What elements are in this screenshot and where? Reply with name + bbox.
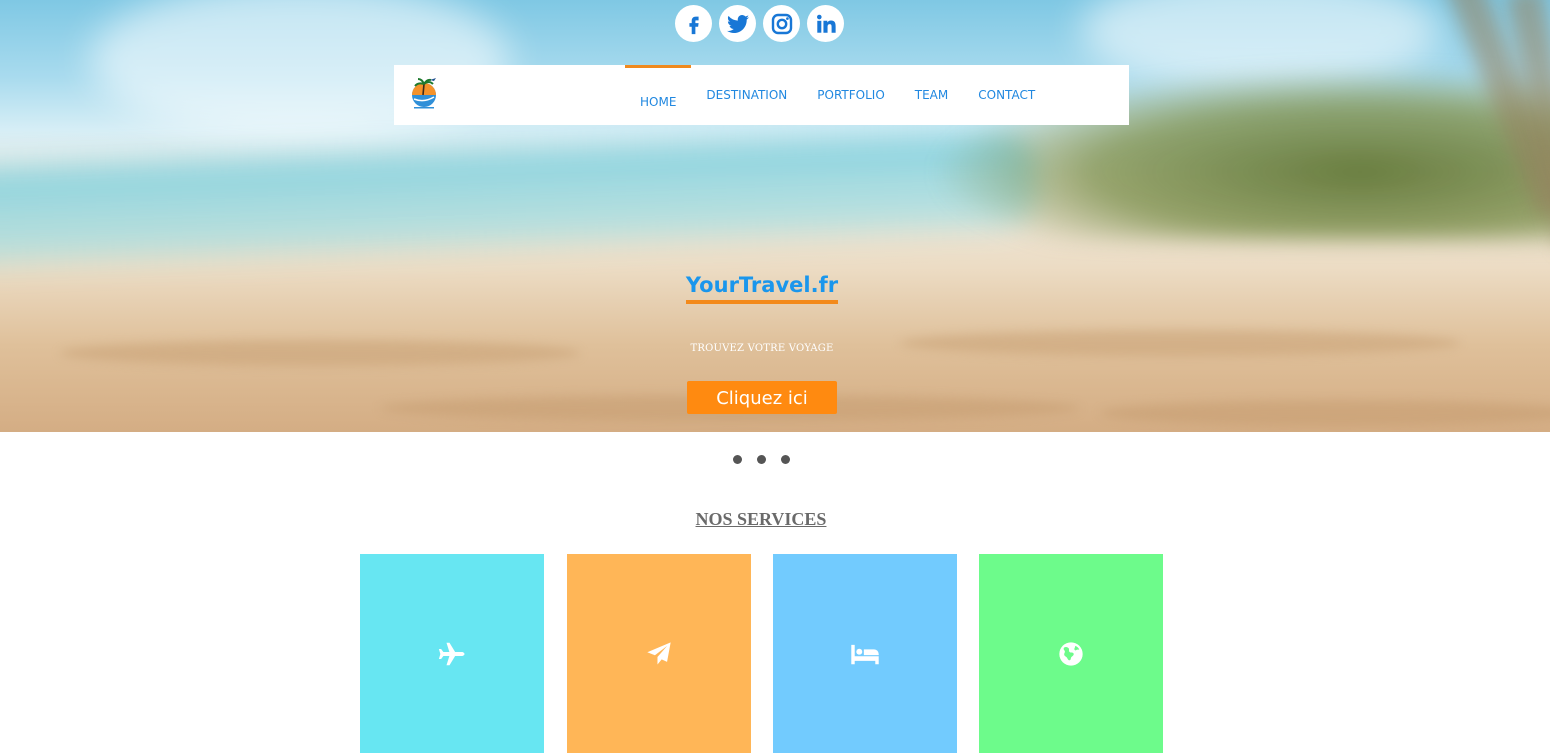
bed-icon [851,644,879,664]
hero-title: YourTravel.fr [0,273,1524,304]
carousel-dot[interactable] [757,455,766,464]
yourtravel-logo-icon [412,78,436,109]
service-tile-send[interactable] [567,554,751,753]
hero-title-text: YourTravel.fr [685,273,839,304]
carousel-indicators [733,455,790,464]
linkedin-link[interactable] [807,5,844,42]
paper-plane-icon [647,641,671,664]
instagram-icon [771,13,792,34]
nav-contact[interactable]: CONTACT [963,65,1050,125]
facebook-link[interactable] [675,5,712,42]
linkedin-icon [816,14,836,33]
service-tile-world[interactable] [979,554,1163,753]
service-tile-hotels[interactable] [773,554,957,753]
twitter-link[interactable] [719,5,756,42]
logo[interactable] [406,75,442,111]
service-tile-flights[interactable] [360,554,544,753]
carousel-dot[interactable] [781,455,790,464]
plane-icon [438,642,465,665]
hero-banner: HOME DESTINATION PORTFOLIO TEAM CONTACT … [0,0,1550,432]
facebook-icon [688,16,699,34]
social-links [675,5,844,42]
hero-subtitle: TROUVEZ VOTRE VOYAGE [690,343,834,354]
carousel-dot[interactable] [733,455,742,464]
main-nav: HOME DESTINATION PORTFOLIO TEAM CONTACT [625,65,1050,125]
cta-button[interactable]: Cliquez ici [687,381,837,414]
services-title: NOS SERVICES [695,509,827,529]
navbar: HOME DESTINATION PORTFOLIO TEAM CONTACT [394,65,1129,125]
sea [0,130,1042,265]
nav-team[interactable]: TEAM [900,65,963,125]
nav-home[interactable]: HOME [625,65,692,125]
nav-destination[interactable]: DESTINATION [691,65,802,125]
nav-portfolio[interactable]: PORTFOLIO [802,65,900,125]
sand-ripple [1100,400,1550,426]
twitter-icon [726,14,749,33]
globe-icon [1059,641,1083,666]
instagram-link[interactable] [763,5,800,42]
